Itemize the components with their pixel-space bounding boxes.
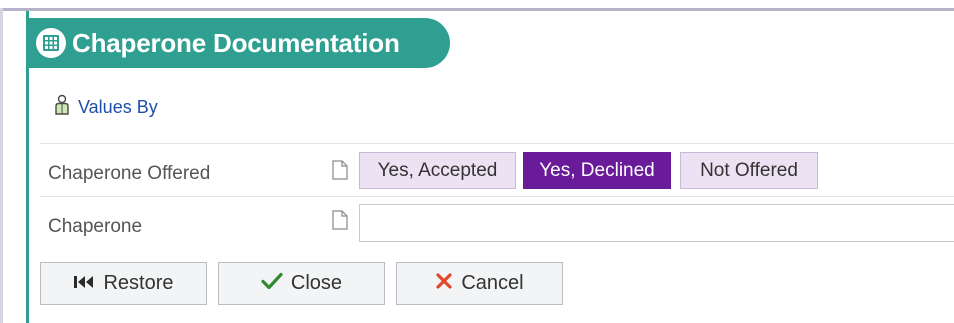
x-icon <box>435 272 453 296</box>
values-by-link[interactable]: Values By <box>54 94 158 121</box>
person-icon <box>54 94 70 121</box>
chaperone-input[interactable] <box>359 204 954 242</box>
option-not-offered[interactable]: Not Offered <box>680 152 818 189</box>
divider <box>40 143 954 144</box>
option-yes-declined[interactable]: Yes, Declined <box>523 152 671 189</box>
close-label: Close <box>290 272 343 294</box>
window-left-border <box>0 8 3 323</box>
chaperone-label: Chaperone <box>48 216 143 237</box>
restore-label: Restore <box>103 272 174 294</box>
restore-button[interactable]: Restore <box>40 262 207 305</box>
cancel-label: Cancel <box>461 272 524 294</box>
grid-table-icon <box>36 28 66 58</box>
document-icon[interactable] <box>332 160 348 180</box>
values-by-label: Values By <box>78 97 158 117</box>
chaperone-offered-label: Chaperone Offered <box>48 163 211 184</box>
panel-title-tab: Chaperone Documentation <box>26 18 450 68</box>
document-icon[interactable] <box>332 210 348 230</box>
option-yes-accepted[interactable]: Yes, Accepted <box>359 152 516 189</box>
checkmark-icon <box>261 272 283 296</box>
close-button[interactable]: Close <box>218 262 385 305</box>
skip-back-icon <box>73 272 95 295</box>
divider <box>40 196 954 197</box>
cancel-button[interactable]: Cancel <box>396 262 563 305</box>
page-title: Chaperone Documentation <box>72 27 400 58</box>
